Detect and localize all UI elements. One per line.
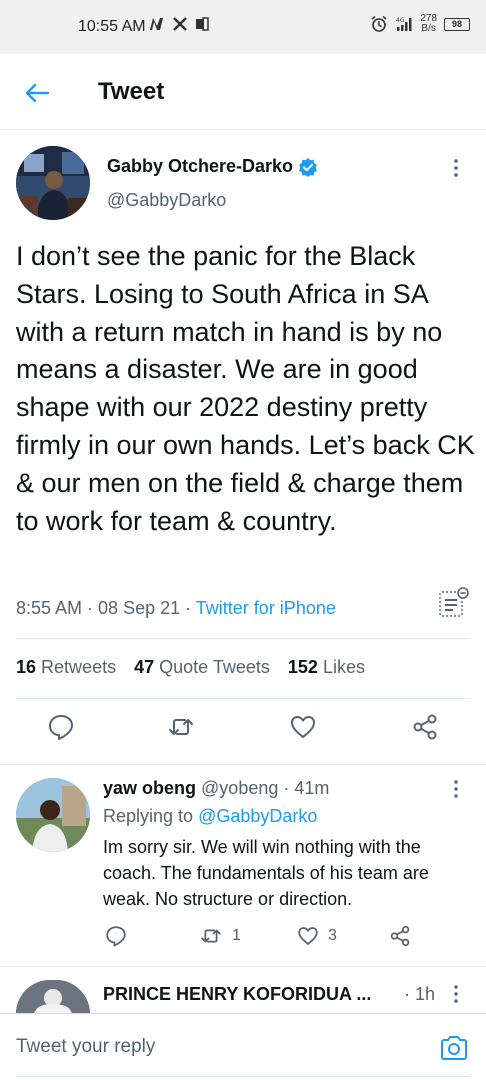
share-icon: [390, 925, 410, 947]
n-logo-icon: [150, 18, 163, 30]
likes-stat[interactable]: 152 Likes: [288, 657, 365, 678]
tweet-text: I don’t see the panic for the Black Star…: [16, 241, 475, 536]
retweet-icon: [201, 929, 221, 943]
alarm-icon: [371, 15, 387, 32]
retweet-icon[interactable]: [166, 712, 196, 742]
reply-share-button[interactable]: [388, 924, 412, 948]
reply-avatar[interactable]: [16, 778, 90, 852]
battery-icon: 98: [444, 17, 470, 31]
reply-like-button[interactable]: 3: [296, 924, 337, 948]
status-time: 10:55 AM: [78, 18, 146, 35]
reply-retweet-button[interactable]: 1: [198, 924, 241, 948]
status-bar: 10:55 AM 4G 278 B/s 98: [0, 0, 486, 54]
back-arrow-icon[interactable]: [22, 78, 52, 108]
quotes-stat[interactable]: 47 Quote Tweets: [134, 657, 270, 678]
likes-count: 152: [287, 657, 318, 677]
reply-author-handle[interactable]: @yobeng: [201, 778, 278, 798]
tweet-time: 8:55 AM: [16, 598, 83, 618]
network-speed: 278 B/s: [420, 14, 437, 34]
more-options-icon[interactable]: [448, 156, 464, 180]
likes-label: Likes: [322, 657, 365, 677]
author-name-text: Gabby Otchere-Darko: [107, 156, 294, 176]
page-title: Tweet: [98, 78, 165, 105]
reply-actions: 1 3: [0, 924, 486, 954]
quotes-label: Quote Tweets: [159, 657, 270, 677]
reply-reply-button[interactable]: [104, 924, 128, 948]
divider: [16, 698, 470, 699]
next-reply-avatar-image: [16, 980, 90, 1014]
reply-input[interactable]: [16, 1036, 396, 1058]
author-avatar-image: [16, 146, 90, 220]
replying-to: Replying to @GabbyDarko: [103, 806, 317, 827]
office-icon: [196, 17, 209, 31]
meta-separator: ·: [404, 984, 415, 1004]
retweets-count: 16: [16, 657, 37, 677]
reply-compose-bar: [0, 1013, 486, 1080]
reply-text: Im sorry sir. We will win nothing with t…: [103, 837, 429, 909]
divider: [16, 638, 470, 639]
tweet-stats: 16 Retweets 47 Quote Tweets 152 Likes: [16, 657, 365, 678]
author-handle[interactable]: @GabbyDarko: [107, 190, 226, 211]
replying-to-handle[interactable]: @GabbyDarko: [198, 806, 317, 826]
reply-retweet-count: 1: [232, 927, 241, 944]
meta-separator: ·: [180, 598, 196, 618]
next-reply-author-name[interactable]: PRINCE HENRY KOFORIDUA ...: [103, 984, 371, 1005]
next-reply-time: · 1h: [404, 984, 435, 1005]
next-reply-more-options-icon[interactable]: [448, 983, 464, 1005]
reply-like-count: 3: [328, 927, 337, 944]
reply-more-options-icon[interactable]: [448, 778, 464, 800]
retweets-label: Retweets: [41, 657, 117, 677]
meta-separator: ·: [82, 598, 99, 618]
reply-icon: [106, 926, 126, 947]
quotes-count: 47: [134, 657, 155, 677]
tweet-actions: [0, 712, 486, 752]
section-separator: [0, 966, 486, 967]
camera-icon[interactable]: [438, 1032, 470, 1064]
reply-avatar-image: [16, 778, 90, 852]
signal-icon: 4G: [396, 17, 412, 31]
status-system-icons: 4G 278 B/s 98: [370, 14, 470, 34]
retweets-stat[interactable]: 16 Retweets: [16, 657, 116, 678]
x-logo-icon: [173, 17, 187, 31]
tweet-date: 08 Sep 21: [98, 598, 181, 618]
compose-underline: [16, 1076, 470, 1077]
verified-badge-icon: [299, 157, 318, 177]
next-reply-avatar[interactable]: [16, 980, 90, 1014]
author-avatar[interactable]: [16, 146, 90, 220]
reply-author-name[interactable]: yaw obeng: [103, 778, 196, 798]
next-reply-time-value: 1h: [415, 984, 436, 1004]
like-icon[interactable]: [288, 712, 318, 742]
tweet-source-link[interactable]: Twitter for iPhone: [196, 598, 336, 618]
meta-separator: ·: [278, 778, 295, 798]
status-notification-icons: [148, 16, 210, 32]
share-icon[interactable]: [410, 712, 440, 742]
analytics-icon[interactable]: [437, 586, 471, 620]
reply-header: yaw obeng @yobeng · 41m: [103, 778, 329, 799]
network-speed-unit: B/s: [421, 23, 436, 34]
reply-time: 41m: [294, 778, 330, 798]
like-icon: [298, 927, 318, 945]
signal-label: 4G: [396, 17, 405, 24]
app-header: Tweet: [0, 54, 486, 130]
author-name[interactable]: Gabby Otchere-Darko: [107, 156, 318, 177]
section-separator: [0, 764, 486, 765]
reply-icon[interactable]: [46, 712, 76, 742]
replying-prefix: Replying to: [103, 806, 194, 826]
tweet-meta: 8:55 AM · 08 Sep 21 · Twitter for iPhone: [16, 598, 336, 619]
